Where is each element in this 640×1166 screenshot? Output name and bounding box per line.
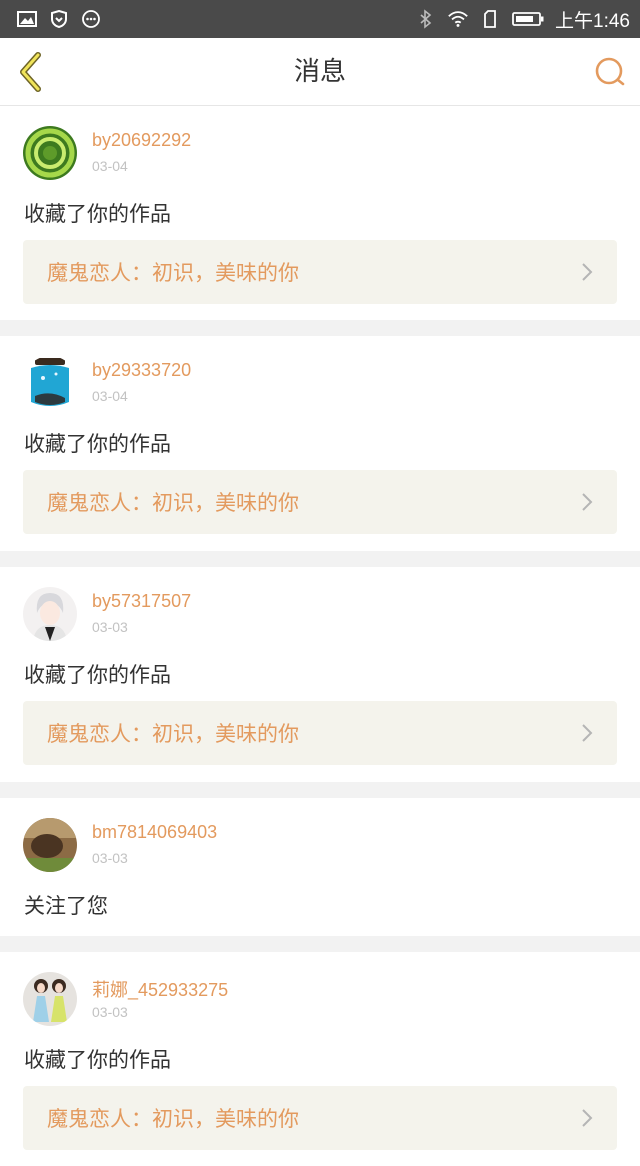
chevron-right-icon (581, 492, 595, 512)
work-link[interactable]: 魔鬼恋人：初识，美味的你 (23, 470, 617, 534)
message-action: 收藏了你的作品 (24, 663, 171, 687)
avatar[interactable] (23, 356, 77, 410)
image-icon (16, 10, 38, 28)
username[interactable]: bm7814069403 (92, 822, 217, 843)
message-action: 收藏了你的作品 (24, 432, 171, 456)
message-date: 03-03 (92, 1004, 128, 1020)
search-icon (595, 57, 625, 86)
bluetooth-icon (415, 9, 437, 29)
page-title: 消息 (293, 57, 346, 87)
avatar[interactable] (23, 818, 77, 872)
work-link[interactable]: 魔鬼恋人：初识，美味的你 (23, 701, 617, 765)
message-card[interactable]: 莉娜_452933275 03-03 收藏了你的作品 魔鬼恋人：初识，美味的你 (0, 952, 640, 1166)
message-date: 03-04 (92, 158, 128, 174)
message-action: 收藏了你的作品 (24, 1048, 171, 1072)
avatar[interactable] (23, 587, 77, 641)
chevron-right-icon (581, 262, 595, 282)
search-button[interactable] (590, 52, 630, 92)
shield-icon (48, 10, 70, 28)
status-time: 上午1:46 (555, 10, 630, 32)
work-title: 魔鬼恋人：初识，美味的你 (47, 722, 299, 746)
username[interactable]: by20692292 (92, 130, 191, 151)
battery-icon (511, 10, 545, 28)
avatar[interactable] (23, 972, 77, 1026)
status-bar: 上午1:46 (0, 0, 640, 38)
more-dots-icon (80, 10, 102, 28)
username[interactable]: 莉娜_452933275 (92, 976, 228, 1002)
wifi-icon (447, 10, 469, 28)
message-date: 03-03 (92, 850, 128, 866)
work-link[interactable]: 魔鬼恋人：初识，美味的你 (23, 1086, 617, 1150)
message-card[interactable]: by57317507 03-03 收藏了你的作品 魔鬼恋人：初识，美味的你 (0, 567, 640, 782)
work-link[interactable]: 魔鬼恋人：初识，美味的你 (23, 240, 617, 304)
message-card[interactable]: by20692292 03-04 收藏了你的作品 魔鬼恋人：初识，美味的你 (0, 106, 640, 320)
message-list: by20692292 03-04 收藏了你的作品 魔鬼恋人：初识，美味的你 by… (0, 106, 640, 1166)
message-date: 03-03 (92, 619, 128, 635)
chevron-right-icon (581, 723, 595, 743)
message-action: 关注了您 (24, 894, 108, 918)
work-title: 魔鬼恋人：初识，美味的你 (47, 261, 299, 285)
avatar[interactable] (23, 126, 77, 180)
sim-icon (479, 10, 501, 28)
username[interactable]: by57317507 (92, 591, 191, 612)
message-card[interactable]: by29333720 03-04 收藏了你的作品 魔鬼恋人：初识，美味的你 (0, 336, 640, 551)
message-card[interactable]: bm7814069403 03-03 关注了您 (0, 798, 640, 936)
header-bar: 消息 (0, 38, 640, 106)
username[interactable]: by29333720 (92, 360, 191, 381)
chevron-right-icon (581, 1108, 595, 1128)
work-title: 魔鬼恋人：初识，美味的你 (47, 491, 299, 515)
message-action: 收藏了你的作品 (24, 202, 171, 226)
work-title: 魔鬼恋人：初识，美味的你 (47, 1107, 299, 1131)
message-date: 03-04 (92, 388, 128, 404)
